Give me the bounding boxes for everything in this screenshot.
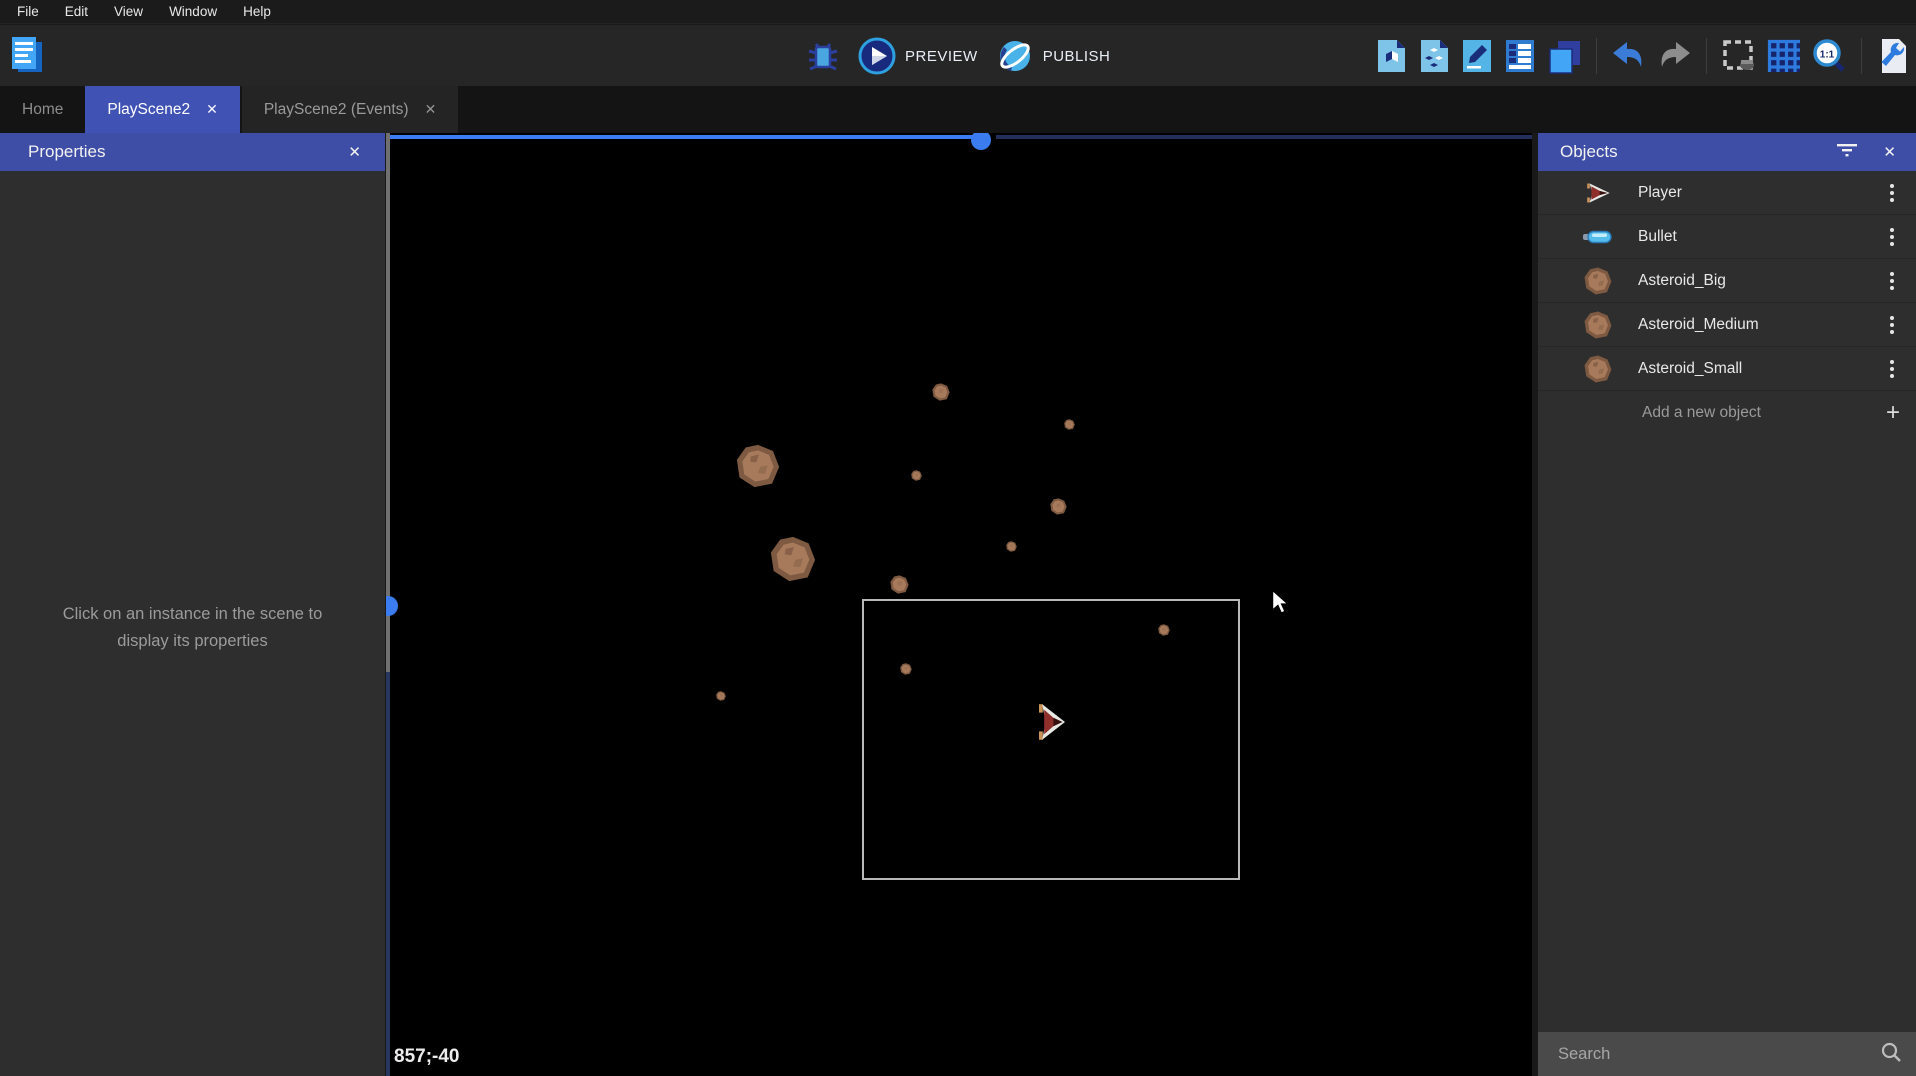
asteroid-instance[interactable] <box>716 688 726 706</box>
menu-file[interactable]: File <box>4 0 52 24</box>
properties-panel-close-icon[interactable]: ✕ <box>348 143 361 161</box>
player-ship-instance[interactable] <box>1033 703 1069 746</box>
menu-bar: File Edit View Window Help <box>0 0 1916 24</box>
object-label: Asteroid_Big <box>1638 272 1726 290</box>
debugger-icon[interactable] <box>806 38 840 74</box>
objects-panel-close-icon[interactable]: ✕ <box>1883 143 1896 161</box>
add-new-object-button[interactable]: Add a new object + <box>1538 391 1916 435</box>
object-label: Bullet <box>1638 228 1677 246</box>
tab-home-label: Home <box>22 101 63 119</box>
tab-playscene2-close-icon[interactable]: ✕ <box>206 101 218 118</box>
asteroid-icon <box>1580 354 1616 384</box>
objects-panel: Objects ✕ <box>1538 133 1916 1076</box>
objects-panel-title: Objects <box>1560 142 1618 162</box>
toolbar-separator <box>1596 38 1597 74</box>
canvas-v-scroll-track <box>386 133 390 672</box>
objects-editor-icon[interactable] <box>1374 37 1408 75</box>
editor-tab-bar: Home PlayScene2 ✕ PlayScene2 (Events) ✕ <box>0 86 1916 133</box>
asteroid-instance[interactable] <box>1006 539 1017 557</box>
toolbar-separator <box>1861 38 1862 74</box>
scene-editor-canvas[interactable]: 857;-40 <box>386 133 1532 1076</box>
object-menu-kebab-icon[interactable] <box>1886 356 1898 382</box>
objects-panel-header: Objects ✕ <box>1538 133 1916 171</box>
mask-selection-icon[interactable] <box>1721 38 1757 74</box>
main-toolbar: PREVIEW PUBLISH <box>0 25 1916 86</box>
zoom-1-1-icon[interactable]: 1:1 <box>1811 38 1847 74</box>
bullet-icon <box>1580 222 1616 252</box>
redo-icon[interactable] <box>1656 40 1692 72</box>
tab-playscene2[interactable]: PlayScene2 ✕ <box>85 86 239 133</box>
publish-button[interactable]: PUBLISH <box>996 37 1111 75</box>
canvas-h-scroll-track <box>386 135 976 139</box>
project-manager-icon[interactable] <box>8 34 46 76</box>
asteroid-instance[interactable] <box>1050 498 1067 520</box>
properties-empty-hint: Click on an instance in the scene to dis… <box>0 601 385 655</box>
undo-icon[interactable] <box>1611 40 1647 72</box>
object-menu-kebab-icon[interactable] <box>1886 268 1898 294</box>
asteroid-icon <box>1580 266 1616 296</box>
objects-filter-icon[interactable] <box>1837 143 1857 162</box>
properties-panel: Properties ✕ Click on an instance in the… <box>0 133 385 1076</box>
asteroid-instance[interactable] <box>890 575 909 599</box>
objects-search-input[interactable] <box>1538 1045 1880 1064</box>
tab-playscene2-events-label: PlayScene2 (Events) <box>264 101 409 119</box>
menu-edit[interactable]: Edit <box>52 0 101 24</box>
object-row-asteroid-small[interactable]: Asteroid_Small <box>1538 347 1916 391</box>
add-new-object-label: Add a new object <box>1642 404 1761 422</box>
asteroid-instance[interactable] <box>932 383 950 406</box>
publish-label: PUBLISH <box>1043 48 1111 65</box>
object-row-asteroid-big[interactable]: Asteroid_Big <box>1538 259 1916 303</box>
mouse-cursor-icon <box>1272 590 1289 619</box>
asteroid-instance[interactable] <box>1158 623 1170 641</box>
plus-icon: + <box>1886 399 1900 427</box>
asteroid-instance[interactable] <box>1064 417 1075 435</box>
object-row-bullet[interactable]: Bullet <box>1538 215 1916 259</box>
object-groups-icon[interactable] <box>1417 37 1451 75</box>
svg-text:1:1: 1:1 <box>1820 50 1835 61</box>
player-ship-icon <box>1580 178 1616 208</box>
object-menu-kebab-icon[interactable] <box>1886 312 1898 338</box>
object-menu-kebab-icon[interactable] <box>1886 224 1898 250</box>
tab-playscene2-label: PlayScene2 <box>107 101 190 119</box>
tab-playscene2-events-close-icon[interactable]: ✕ <box>425 101 437 118</box>
menu-window[interactable]: Window <box>156 0 230 24</box>
canvas-v-scroll-track-dark <box>386 672 390 1076</box>
canvas-v-scroll-thumb[interactable] <box>386 596 398 616</box>
asteroid-instance[interactable] <box>911 468 922 486</box>
grid-icon[interactable] <box>1766 38 1802 74</box>
objects-search-bar <box>1538 1032 1916 1076</box>
gdevelop-window: File Edit View Window Help <box>0 0 1916 1076</box>
cursor-coordinates-label: 857;-40 <box>394 1046 460 1068</box>
object-menu-kebab-icon[interactable] <box>1886 180 1898 206</box>
search-icon <box>1880 1041 1902 1068</box>
object-label: Asteroid_Small <box>1638 360 1742 378</box>
tab-home[interactable]: Home <box>0 86 85 133</box>
edit-instances-icon[interactable] <box>1460 37 1494 75</box>
instances-list-icon[interactable] <box>1503 37 1537 75</box>
tab-playscene2-events[interactable]: PlayScene2 (Events) ✕ <box>242 86 458 133</box>
publish-globe-icon <box>996 37 1034 75</box>
canvas-h-scroll-thumb[interactable] <box>971 133 991 150</box>
properties-panel-title: Properties <box>28 142 105 162</box>
asteroid-icon <box>1580 310 1616 340</box>
toolbar-separator <box>1706 38 1707 74</box>
object-row-player[interactable]: Player <box>1538 171 1916 215</box>
layers-icon[interactable] <box>1546 37 1582 75</box>
menu-help[interactable]: Help <box>230 0 284 24</box>
preview-play-icon <box>858 37 896 75</box>
object-label: Asteroid_Medium <box>1638 316 1759 334</box>
menu-view[interactable]: View <box>101 0 156 24</box>
canvas-h-scroll-track-dark <box>996 135 1532 139</box>
asteroid-instance[interactable] <box>770 536 816 587</box>
object-row-asteroid-medium[interactable]: Asteroid_Medium <box>1538 303 1916 347</box>
preview-label: PREVIEW <box>905 48 978 65</box>
asteroid-instance[interactable] <box>900 662 912 680</box>
preview-button[interactable]: PREVIEW <box>858 37 978 75</box>
asteroid-instance[interactable] <box>736 444 780 493</box>
scene-settings-wrench-icon[interactable] <box>1876 37 1910 75</box>
properties-panel-header: Properties ✕ <box>0 133 385 171</box>
object-label: Player <box>1638 184 1682 202</box>
